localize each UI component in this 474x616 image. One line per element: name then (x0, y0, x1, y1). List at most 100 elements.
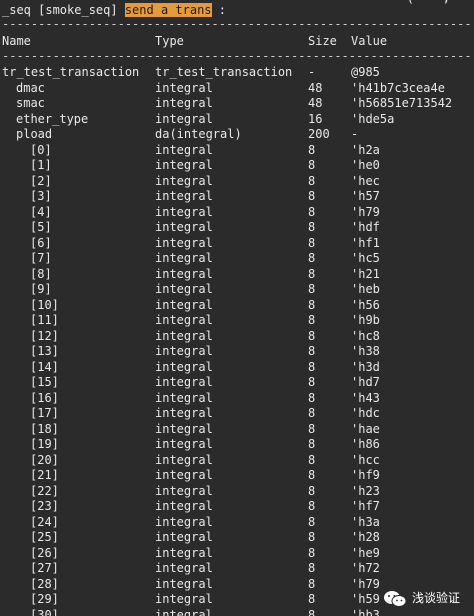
table-row: [8] integral 8 'h21 (2, 267, 474, 283)
row-name: [21] (30, 468, 59, 482)
row-type: integral (155, 251, 213, 265)
row-type: integral (155, 359, 213, 374)
row-value: 'hd7 (351, 375, 380, 389)
column-header-size: Size (308, 34, 337, 48)
table-row: [7] integral 8 'hc5 (2, 251, 474, 267)
row-size: 8 (308, 406, 316, 420)
row-type: integral (155, 592, 213, 606)
table-row: [6] integral 8 'hf1 (2, 236, 474, 252)
row-name: [10] (30, 297, 59, 312)
row-value: 'h41b7c3cea4e (351, 80, 445, 95)
row-value: 'hcc (351, 452, 380, 467)
selected-text[interactable]: send a trans (124, 3, 212, 17)
row-value: 'h3a (351, 514, 380, 529)
wechat-icon (383, 590, 407, 608)
table-row: [14] integral 8 'h3d (2, 360, 474, 376)
table-row: [13] integral 8 'h38 (2, 344, 474, 360)
row-value: 'hec (351, 173, 380, 188)
transaction-table: tr_test_transaction tr_test_transaction - @… (2, 65, 474, 616)
table-row: [12] integral 8 'hc8 (2, 329, 474, 345)
row-type: integral (155, 297, 213, 312)
row-name: [20] (30, 452, 59, 467)
row-value: 'hc8 (351, 328, 380, 343)
row-value: 'hc5 (351, 251, 380, 265)
row-value: 'h21 (351, 266, 380, 281)
row-size: 8 (308, 483, 316, 498)
row-type: integral (155, 282, 213, 296)
row-size: 8 (308, 576, 316, 591)
row-value: 'h56 (351, 297, 380, 312)
row-value: 'h2a (351, 142, 380, 157)
row-name: [29] (30, 592, 59, 606)
row-size: 8 (308, 468, 316, 482)
row-name: [1] (30, 158, 52, 172)
row-size: 8 (308, 514, 316, 529)
row-value: 'he0 (351, 158, 380, 172)
watermark-text: 浅谈验证 (411, 591, 460, 606)
row-name: [2] (30, 173, 52, 188)
row-value: 'h79 (351, 576, 380, 591)
row-size: 8 (308, 235, 316, 250)
row-type: tr_test_transaction (155, 65, 293, 79)
row-value: 'hf1 (351, 235, 380, 250)
row-type: integral (155, 390, 213, 405)
row-name: [12] (30, 328, 59, 343)
row-size: 8 (308, 452, 316, 467)
row-value: 'h43 (351, 390, 380, 405)
row-size: 8 (308, 437, 316, 451)
row-value: 'h56851e713542 (351, 96, 453, 110)
row-name: [14] (30, 359, 59, 374)
row-size: 8 (308, 204, 316, 219)
row-type: integral (155, 514, 213, 529)
row-type: integral (155, 468, 213, 482)
row-name: [15] (30, 375, 59, 389)
row-type: integral (155, 142, 213, 157)
row-value: - (351, 127, 359, 141)
row-name: [8] (30, 266, 52, 281)
table-header: Name Type Size Value (2, 34, 474, 50)
table-row: [1] integral 8 'he0 (2, 158, 474, 174)
table-row: dmac integral 48 'h41b7c3cea4e (2, 81, 474, 97)
table-row: [2] integral 8 'hec (2, 174, 474, 190)
row-type: integral (155, 561, 213, 575)
row-value: 'hf7 (351, 499, 380, 513)
row-size: 8 (308, 592, 316, 606)
row-type: integral (155, 607, 213, 616)
row-size: 8 (308, 328, 316, 343)
table-row: [26] integral 8 'he9 (2, 546, 474, 562)
table-row: [17] integral 8 'hdc (2, 406, 474, 422)
row-name: [9] (30, 282, 52, 296)
row-name: [13] (30, 344, 59, 358)
row-type: integral (155, 189, 213, 203)
row-name: [25] (30, 530, 59, 544)
row-size: 16 (308, 111, 323, 126)
table-row: [25] integral 8 'h28 (2, 530, 474, 546)
table-row: tr_test_transaction tr_test_transaction - @… (2, 65, 474, 81)
row-type: integral (155, 452, 213, 467)
row-name: [26] (30, 545, 59, 560)
row-name: [0] (30, 142, 52, 157)
table-row: [23] integral 8 'hf7 (2, 499, 474, 515)
row-size: 8 (308, 173, 316, 188)
table-row: [20] integral 8 'hcc (2, 453, 474, 469)
row-value: 'h57 (351, 189, 380, 203)
row-name: [28] (30, 576, 59, 591)
terminal-window[interactable]: ' ( , _seq [smoke_seq] send a trans : --… (0, 0, 474, 616)
row-type: da(integral) (155, 127, 242, 141)
row-name: [19] (30, 437, 59, 451)
row-value: 'hdc (351, 406, 380, 420)
table-row: [27] integral 8 'h72 (2, 561, 474, 577)
row-type: integral (155, 530, 213, 544)
row-size: 8 (308, 266, 316, 281)
column-header-type: Type (155, 34, 184, 48)
table-row: [15] integral 8 'hd7 (2, 375, 474, 391)
row-type: integral (155, 313, 213, 327)
row-value: 'heb (351, 282, 380, 296)
row-size: 8 (308, 530, 316, 544)
row-value: 'h72 (351, 561, 380, 575)
row-name: dmac (16, 80, 45, 95)
row-value: @985 (351, 65, 380, 79)
row-size: 200 (308, 127, 330, 141)
table-row: [21] integral 8 'hf9 (2, 468, 474, 484)
row-value: 'h86 (351, 437, 380, 451)
